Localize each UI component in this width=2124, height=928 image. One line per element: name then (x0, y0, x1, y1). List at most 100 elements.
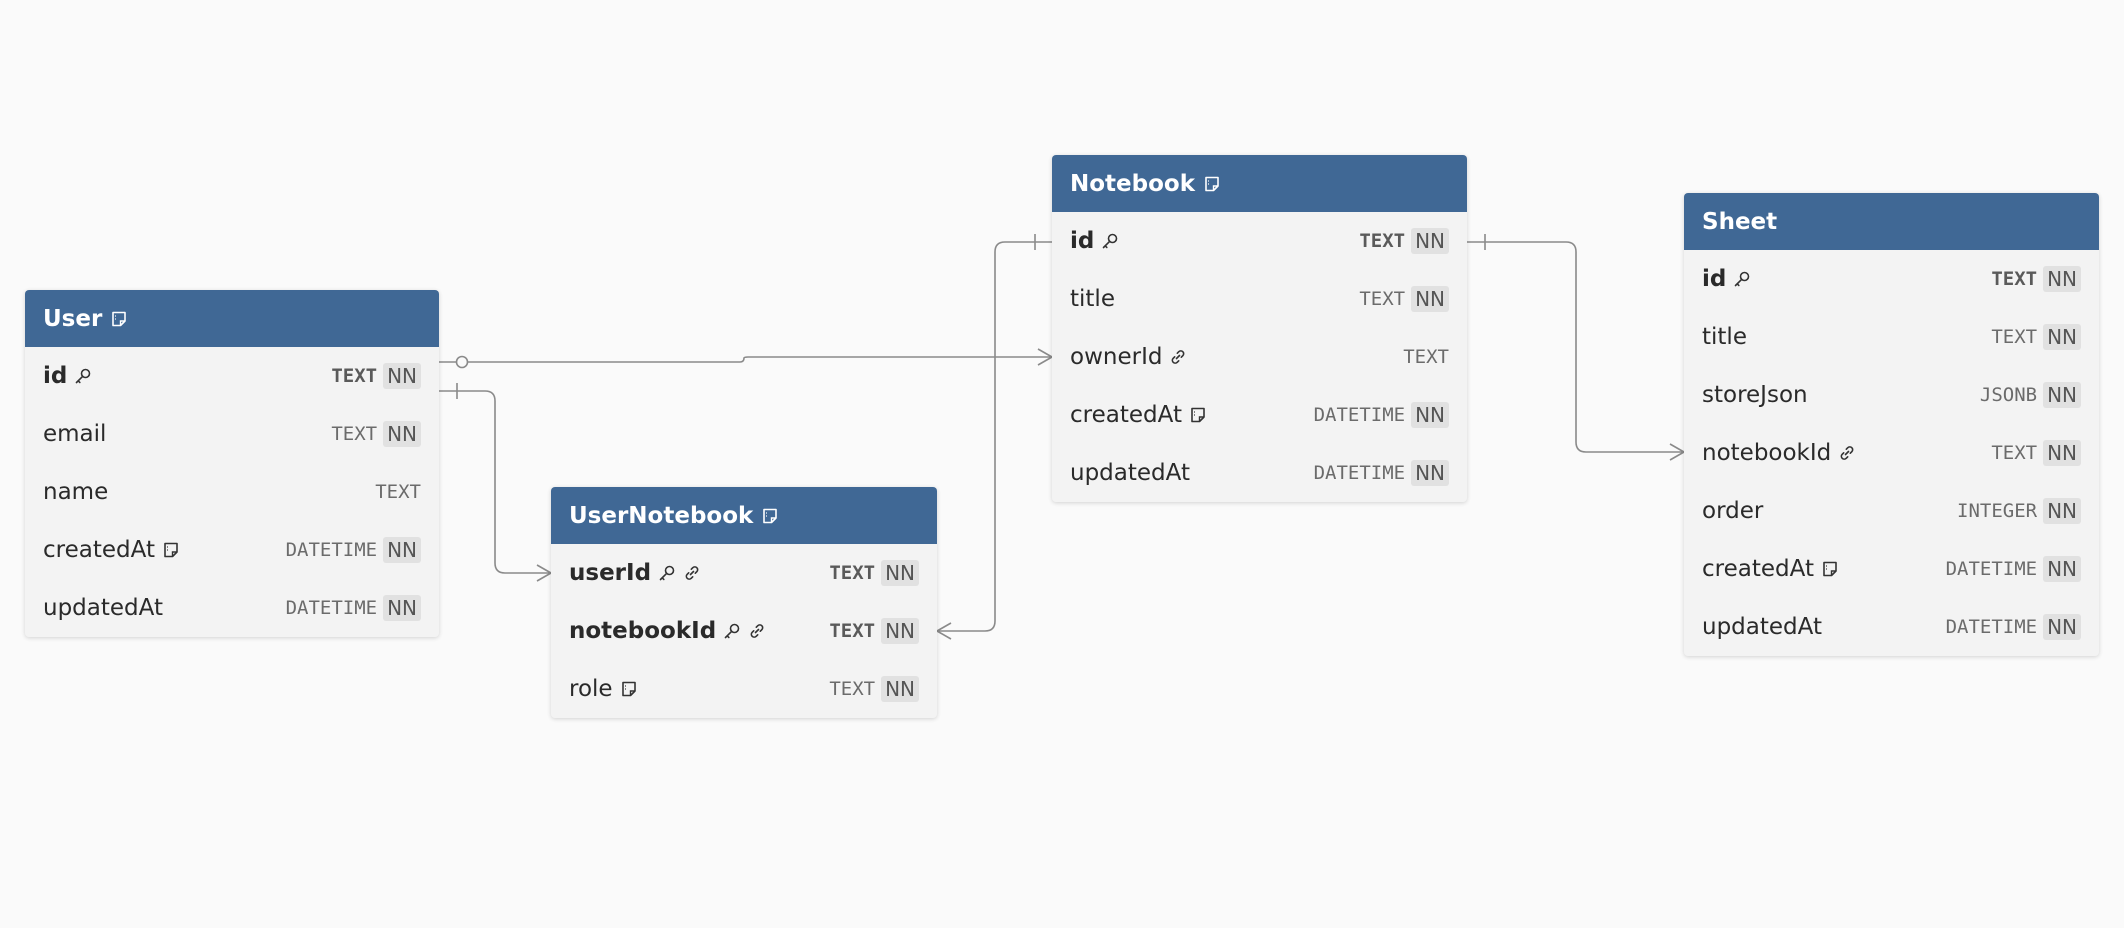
column-type: JSONB (1979, 384, 2038, 406)
column-row[interactable]: title TEXT NN (1684, 308, 2099, 366)
entity-notebook[interactable]: Notebook id TEXT NN title TEXT NN ownerId TEXT c… (1052, 155, 1467, 502)
column-name: role (569, 676, 829, 702)
column-name: storeJson (1702, 382, 1980, 408)
column-name: createdAt (43, 537, 286, 563)
column-row[interactable]: title TEXT NN (1052, 270, 1467, 328)
column-row[interactable]: updatedAt DATETIME NN (25, 579, 439, 637)
column-name-text: storeJson (1702, 382, 1808, 408)
entity-usernotebook[interactable]: UserNotebook userId TEXT NN notebookId TEXT N… (551, 487, 937, 718)
key-icon (1733, 270, 1751, 288)
column-name-text: role (569, 676, 613, 702)
entity-title: Sheet (1702, 208, 1778, 235)
column-name-text: title (1702, 324, 1747, 350)
entity-sheet[interactable]: Sheet id TEXT NN title TEXT NN storeJson JSONB N… (1684, 193, 2099, 656)
entity-header[interactable]: User (25, 290, 439, 347)
column-name: name (43, 479, 375, 505)
key-icon (658, 564, 676, 582)
not-null-badge: NN (2043, 266, 2081, 292)
not-null-badge: NN (383, 595, 421, 621)
column-row[interactable]: notebookId TEXT NN (1684, 424, 2099, 482)
column-name: updatedAt (1070, 460, 1314, 486)
column-row[interactable]: id TEXT NN (1684, 250, 2099, 308)
column-name: title (1070, 286, 1359, 312)
column-type: TEXT (1991, 268, 2038, 290)
column-type: DATETIME (1945, 616, 2038, 638)
column-row[interactable]: userId TEXT NN (551, 544, 937, 602)
column-name-text: email (43, 421, 107, 447)
entity-user[interactable]: User id TEXT NN email TEXT NN name TEXT createdA… (25, 290, 439, 637)
column-type: DATETIME (285, 539, 378, 561)
not-null-badge: NN (383, 421, 421, 447)
column-row[interactable]: updatedAt DATETIME NN (1684, 598, 2099, 656)
column-row[interactable]: createdAt DATETIME NN (1052, 386, 1467, 444)
column-type: TEXT (1991, 442, 2038, 464)
column-type: TEXT (829, 620, 876, 642)
column-row[interactable]: id TEXT NN (25, 347, 439, 405)
column-name: id (1070, 228, 1359, 254)
entity-title: Notebook (1070, 170, 1196, 197)
column-name-text: id (1070, 228, 1095, 254)
column-name: createdAt (1702, 556, 1946, 582)
column-type: DATETIME (285, 597, 378, 619)
entity-header[interactable]: UserNotebook (551, 487, 937, 544)
edge-user-usernotebook (439, 390, 551, 574)
not-null-badge: NN (1411, 286, 1449, 312)
column-row[interactable]: createdAt DATETIME NN (25, 521, 439, 579)
entity-title: User (43, 305, 103, 332)
not-null-badge: NN (2043, 614, 2081, 640)
note-icon (1821, 560, 1839, 578)
not-null-badge: NN (881, 618, 919, 644)
column-type: DATETIME (1945, 558, 2038, 580)
column-name-text: updatedAt (1702, 614, 1822, 640)
not-null-badge: NN (1411, 460, 1449, 486)
edge-notebook-sheet (1467, 241, 1684, 453)
column-row[interactable]: updatedAt DATETIME NN (1052, 444, 1467, 502)
column-row[interactable]: id TEXT NN (1052, 212, 1467, 270)
column-type: TEXT (375, 481, 421, 503)
not-null-badge: NN (881, 560, 919, 586)
column-type: TEXT (829, 562, 876, 584)
column-type: INTEGER (1957, 500, 2038, 522)
column-name: id (1702, 266, 1991, 292)
note-icon (110, 310, 128, 328)
column-row[interactable]: name TEXT (25, 463, 439, 521)
column-name: ownerId (1070, 344, 1403, 370)
column-row[interactable]: order INTEGER NN (1684, 482, 2099, 540)
note-icon (620, 680, 638, 698)
column-name-text: createdAt (43, 537, 155, 563)
edge-marker-zero-or-one (455, 355, 469, 369)
column-name: userId (569, 560, 829, 586)
column-name: createdAt (1070, 402, 1314, 428)
column-name-text: order (1702, 498, 1764, 524)
note-icon (162, 541, 180, 559)
column-name-text: updatedAt (43, 595, 163, 621)
column-name-text: createdAt (1070, 402, 1182, 428)
link-icon (1838, 444, 1856, 462)
not-null-badge: NN (383, 363, 421, 389)
column-name-text: title (1070, 286, 1115, 312)
entity-header[interactable]: Sheet (1684, 193, 2099, 250)
column-name-text: name (43, 479, 109, 505)
column-row[interactable]: storeJson JSONB NN (1684, 366, 2099, 424)
key-icon (723, 622, 741, 640)
column-type: TEXT (1403, 346, 1449, 368)
column-name-text: updatedAt (1070, 460, 1190, 486)
column-type: TEXT (829, 678, 876, 700)
column-row[interactable]: role TEXT NN (551, 660, 937, 718)
column-row[interactable]: email TEXT NN (25, 405, 439, 463)
column-row[interactable]: notebookId TEXT NN (551, 602, 937, 660)
entity-header[interactable]: Notebook (1052, 155, 1467, 212)
column-row[interactable]: ownerId TEXT (1052, 328, 1467, 386)
column-row[interactable]: createdAt DATETIME NN (1684, 540, 2099, 598)
column-type: TEXT (1359, 288, 1406, 310)
note-icon (761, 507, 779, 525)
edge-notebook-usernotebook (937, 241, 1052, 632)
column-name-text: createdAt (1702, 556, 1814, 582)
column-name: updatedAt (43, 595, 286, 621)
column-type: DATETIME (1313, 404, 1406, 426)
column-type: DATETIME (1313, 462, 1406, 484)
not-null-badge: NN (2043, 440, 2081, 466)
column-name-text: ownerId (1070, 344, 1163, 370)
column-type: TEXT (1991, 326, 2038, 348)
not-null-badge: NN (383, 537, 421, 563)
